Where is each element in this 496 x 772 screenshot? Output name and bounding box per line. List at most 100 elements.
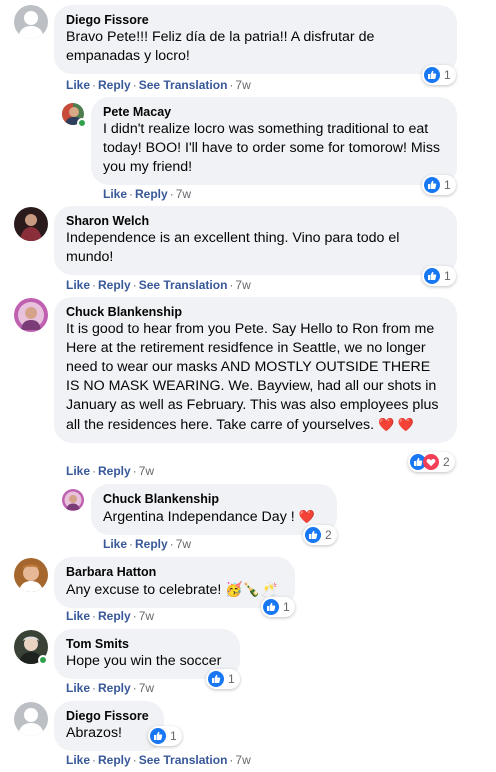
like-link[interactable]: Like xyxy=(66,464,90,478)
comment-timestamp[interactable]: 7w xyxy=(235,78,250,92)
comment-bubble: Chuck Blankenship Argentina Independance… xyxy=(91,484,337,535)
comment-text: It is good to hear from you Pete. Say He… xyxy=(66,320,445,435)
like-link[interactable]: Like xyxy=(66,609,90,623)
reaction-summary[interactable]: 1 xyxy=(261,597,295,617)
comment-body: Argentina Independance Day ! xyxy=(103,509,295,525)
reply-link[interactable]: Reply xyxy=(98,464,131,478)
avatar[interactable] xyxy=(14,5,48,39)
reply-link[interactable]: Reply xyxy=(98,278,131,292)
reaction-summary[interactable]: 2 xyxy=(303,525,337,545)
like-link[interactable]: Like xyxy=(103,537,127,551)
reaction-summary[interactable]: 1 xyxy=(422,175,456,195)
comment-bubble: Diego Fissore Abrazos! xyxy=(54,701,164,751)
comment-bubble: Pete Macay I didn't realize locro was so… xyxy=(91,97,457,185)
reaction-count: 1 xyxy=(170,729,177,743)
reply-link[interactable]: Reply xyxy=(98,681,131,695)
see-translation-link[interactable]: See Translation xyxy=(139,278,228,292)
like-icon xyxy=(424,268,440,284)
reaction-count: 2 xyxy=(443,455,450,469)
profile-photo xyxy=(14,558,48,592)
avatar[interactable] xyxy=(14,298,48,332)
comment-text: I didn't realize locro was something tra… xyxy=(103,121,441,175)
default-avatar-icon xyxy=(14,5,48,39)
comment-actions: Like · Reply · See Translation · 7w xyxy=(66,753,251,767)
comment-timestamp[interactable]: 7w xyxy=(176,537,191,551)
comment-actions: Like · Reply · 7w xyxy=(66,609,155,623)
comment-actions: Like · Reply · 7w xyxy=(66,464,155,478)
comment-bubble: Sharon Welch Independence is an excellen… xyxy=(54,206,457,275)
see-translation-link[interactable]: See Translation xyxy=(139,78,228,92)
reply-link[interactable]: Reply xyxy=(98,609,131,623)
love-icon xyxy=(423,454,439,470)
reaction-summary[interactable]: 1 xyxy=(206,669,240,689)
like-link[interactable]: Like xyxy=(103,187,127,201)
profile-photo xyxy=(62,489,84,511)
comment-bubble: Chuck Blankenship It is good to hear fro… xyxy=(54,297,457,443)
heart-emoji: ❤️ ❤️ xyxy=(378,417,415,432)
comment-bubble: Barbara Hatton Any excuse to celebrate! … xyxy=(54,557,295,608)
default-avatar-icon xyxy=(14,702,48,736)
comment-timestamp[interactable]: 7w xyxy=(235,753,250,767)
comment-timestamp[interactable]: 7w xyxy=(139,464,154,478)
reaction-summary[interactable]: 1 xyxy=(422,65,456,85)
online-status-icon xyxy=(77,118,87,128)
comment-text: Independence is an excellent thing. Vino… xyxy=(66,230,400,265)
comment-body: Any excuse to celebrate! xyxy=(66,582,222,598)
comment-actions: Like · Reply · See Translation · 7w xyxy=(66,78,251,92)
reaction-count: 2 xyxy=(325,528,332,542)
avatar[interactable] xyxy=(14,207,48,241)
like-link[interactable]: Like xyxy=(66,78,90,92)
comment-text: Hope you win the soccer xyxy=(66,653,222,669)
avatar[interactable] xyxy=(62,489,84,511)
like-link[interactable]: Like xyxy=(66,753,90,767)
celebration-emoji: 🥳🍾🥂 xyxy=(225,581,278,597)
see-translation-link[interactable]: See Translation xyxy=(139,753,228,767)
reply-link[interactable]: Reply xyxy=(135,187,168,201)
comment-actions: Like · Reply · See Translation · 7w xyxy=(66,278,251,292)
reaction-summary[interactable]: 1 xyxy=(148,726,182,746)
heart-emoji: ❤️ xyxy=(298,509,315,524)
avatar[interactable] xyxy=(14,558,48,592)
comment-author[interactable]: Chuck Blankenship xyxy=(66,304,445,320)
online-status-icon xyxy=(38,655,48,665)
comment-timestamp[interactable]: 7w xyxy=(176,187,191,201)
like-icon xyxy=(208,671,224,687)
comment-timestamp[interactable]: 7w xyxy=(139,609,154,623)
reaction-count: 1 xyxy=(228,672,235,686)
comment-author[interactable]: Diego Fissore xyxy=(66,708,152,724)
comment-timestamp[interactable]: 7w xyxy=(235,278,250,292)
like-icon xyxy=(150,728,166,744)
profile-photo xyxy=(14,207,48,241)
comment-author[interactable]: Chuck Blankenship xyxy=(103,491,325,507)
comment-author[interactable]: Barbara Hatton xyxy=(66,564,283,580)
like-link[interactable]: Like xyxy=(66,681,90,695)
reaction-count: 1 xyxy=(444,269,451,283)
comment-actions: Like · Reply · 7w xyxy=(103,537,192,551)
like-icon xyxy=(305,527,321,543)
like-link[interactable]: Like xyxy=(66,278,90,292)
comment-actions: Like · Reply · 7w xyxy=(103,187,192,201)
comment-author[interactable]: Pete Macay xyxy=(103,104,445,120)
reaction-summary[interactable]: 1 xyxy=(422,266,456,286)
reply-link[interactable]: Reply xyxy=(98,753,131,767)
reply-link[interactable]: Reply xyxy=(98,78,131,92)
reaction-count: 1 xyxy=(444,68,451,82)
comment-author[interactable]: Sharon Welch xyxy=(66,213,445,229)
profile-photo xyxy=(14,298,48,332)
comment-text: Bravo Pete!!! Feliz día de la patria!! A… xyxy=(66,29,375,64)
comment-text: Argentina Independance Day ! ❤️ xyxy=(103,507,325,527)
reply-link[interactable]: Reply xyxy=(135,537,168,551)
comment-text: Any excuse to celebrate! 🥳🍾🥂 xyxy=(66,580,283,600)
like-icon xyxy=(424,67,440,83)
reaction-count: 1 xyxy=(283,600,290,614)
reaction-summary[interactable]: 2 xyxy=(408,452,455,472)
reaction-count: 1 xyxy=(444,178,451,192)
avatar[interactable] xyxy=(14,702,48,736)
comment-author[interactable]: Diego Fissore xyxy=(66,12,445,28)
comment-author[interactable]: Tom Smits xyxy=(66,636,228,652)
comment-bubble: Diego Fissore Bravo Pete!!! Feliz día de… xyxy=(54,5,457,74)
comment-actions: Like · Reply · 7w xyxy=(66,681,155,695)
like-icon xyxy=(424,177,440,193)
comment-timestamp[interactable]: 7w xyxy=(139,681,154,695)
like-icon xyxy=(263,599,279,615)
